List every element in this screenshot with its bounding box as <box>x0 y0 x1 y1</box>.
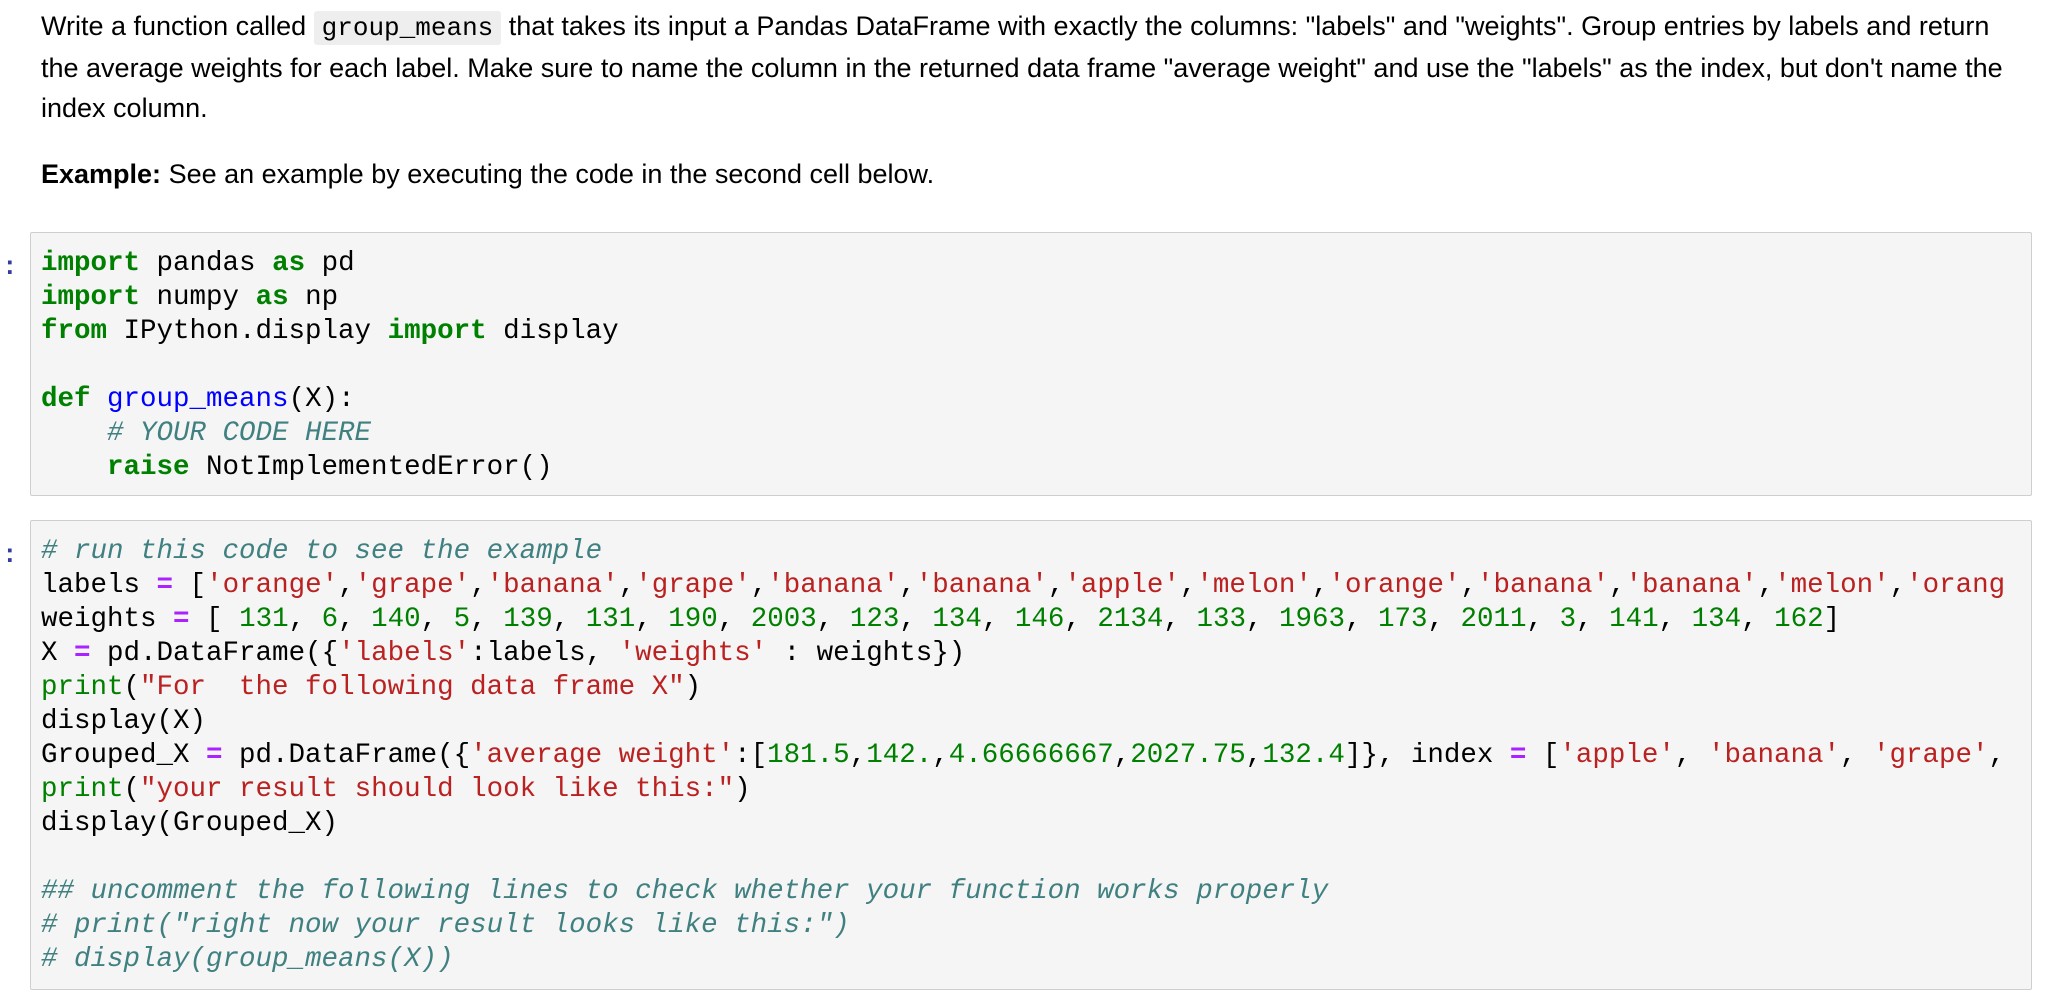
code-operator: = <box>206 740 223 771</box>
code-number: 5 <box>453 604 471 635</box>
code-string: 'orang <box>1906 570 2006 601</box>
code-comment: ## uncomment the following lines to chec… <box>41 876 1329 907</box>
function-name-code: group_means <box>313 11 502 45</box>
code-keyword: def <box>41 384 91 415</box>
code-number: 2011 <box>1460 604 1527 635</box>
cell2-prompt: : <box>2 540 18 570</box>
code-string: "For the following data frame X" <box>140 672 685 703</box>
code-operator: = <box>1509 740 1527 771</box>
code-comment: # run this code to see the example <box>41 536 603 567</box>
code-string: 'banana' <box>767 570 900 601</box>
code-builtin: print <box>41 774 124 805</box>
code-editor-function[interactable]: import pandas as pd import numpy as np f… <box>31 233 2031 485</box>
code-keyword: as <box>255 282 289 313</box>
code-string: 'average weight' <box>470 740 735 771</box>
code-number: 1963 <box>1278 604 1345 635</box>
code-string: 'apple' <box>1559 740 1675 771</box>
code-builtin: print <box>41 672 124 703</box>
code-keyword: import <box>41 282 141 313</box>
code-string: 'melon' <box>1774 570 1890 601</box>
code-string: 'banana' <box>486 570 619 601</box>
code-operator: = <box>156 570 174 601</box>
example-text: See an example by executing the code in … <box>161 159 935 189</box>
code-comment: # print("right now your result looks lik… <box>41 910 850 941</box>
code-string: 'melon' <box>1196 570 1312 601</box>
code-number: 134 <box>1691 604 1742 635</box>
code-number: 140 <box>371 604 421 635</box>
code-number: 181.5 <box>767 740 850 771</box>
code-number: 131 <box>239 604 289 635</box>
code-keyword: from <box>41 316 108 347</box>
code-comment: # YOUR CODE HERE <box>107 418 372 449</box>
code-string: 'apple' <box>1064 570 1180 601</box>
code-number: 142. <box>866 740 933 771</box>
code-string: 'banana' <box>1476 570 1610 601</box>
code-keyword: import <box>387 316 487 347</box>
code-number: 139 <box>503 604 553 635</box>
code-cell-example[interactable]: # run this code to see the example label… <box>30 520 2032 990</box>
code-operator: = <box>74 638 91 669</box>
code-string: 'grape' <box>635 570 751 601</box>
code-string: 'labels' <box>338 638 471 669</box>
code-number: 3 <box>1559 604 1577 635</box>
code-number: 2134 <box>1097 604 1164 635</box>
intro-text-before: Write a function called <box>41 11 314 41</box>
markdown-cell: Write a function called group_means that… <box>41 0 2031 194</box>
code-number: 123 <box>849 604 900 635</box>
code-function-name: group_means <box>107 384 289 415</box>
code-operator: = <box>173 604 190 635</box>
code-string: 'grape' <box>354 570 471 601</box>
code-number: 4.66666667 <box>948 740 1114 771</box>
code-keyword: import <box>41 248 141 279</box>
code-number: 2003 <box>750 604 817 635</box>
code-number: 2027.75 <box>1130 740 1246 771</box>
code-editor-example[interactable]: # run this code to see the example label… <box>31 521 2031 977</box>
code-number: 133 <box>1196 604 1246 635</box>
code-number: 132.4 <box>1262 740 1345 771</box>
instructions-paragraph: Write a function called group_means that… <box>41 0 2031 128</box>
code-string: 'orange' <box>1328 570 1461 601</box>
code-number: 162 <box>1774 604 1824 635</box>
cell1-prompt: : <box>2 252 18 282</box>
code-string: 'orange' <box>206 570 339 601</box>
code-string: 'weights' <box>618 638 768 669</box>
code-keyword: raise <box>107 452 190 483</box>
code-string: 'banana' <box>1625 570 1758 601</box>
code-number: 190 <box>668 604 718 635</box>
code-number: 131 <box>585 604 636 635</box>
code-string: 'banana' <box>1707 740 1840 771</box>
code-keyword: as <box>272 248 306 279</box>
code-comment: # display(group_means(X)) <box>41 944 454 975</box>
example-label: Example: <box>41 159 162 189</box>
code-number: 141 <box>1609 604 1659 635</box>
code-number: 134 <box>932 604 982 635</box>
code-number: 173 <box>1378 604 1428 635</box>
code-string: 'banana' <box>915 570 1048 601</box>
code-number: 6 <box>321 604 339 635</box>
code-string: "your result should look like this:" <box>140 774 735 805</box>
example-paragraph: Example: See an example by executing the… <box>41 154 2031 194</box>
code-number: 146 <box>1014 604 1065 635</box>
code-string: 'grape' <box>1872 740 1989 771</box>
code-cell-function[interactable]: import pandas as pd import numpy as np f… <box>30 232 2032 496</box>
